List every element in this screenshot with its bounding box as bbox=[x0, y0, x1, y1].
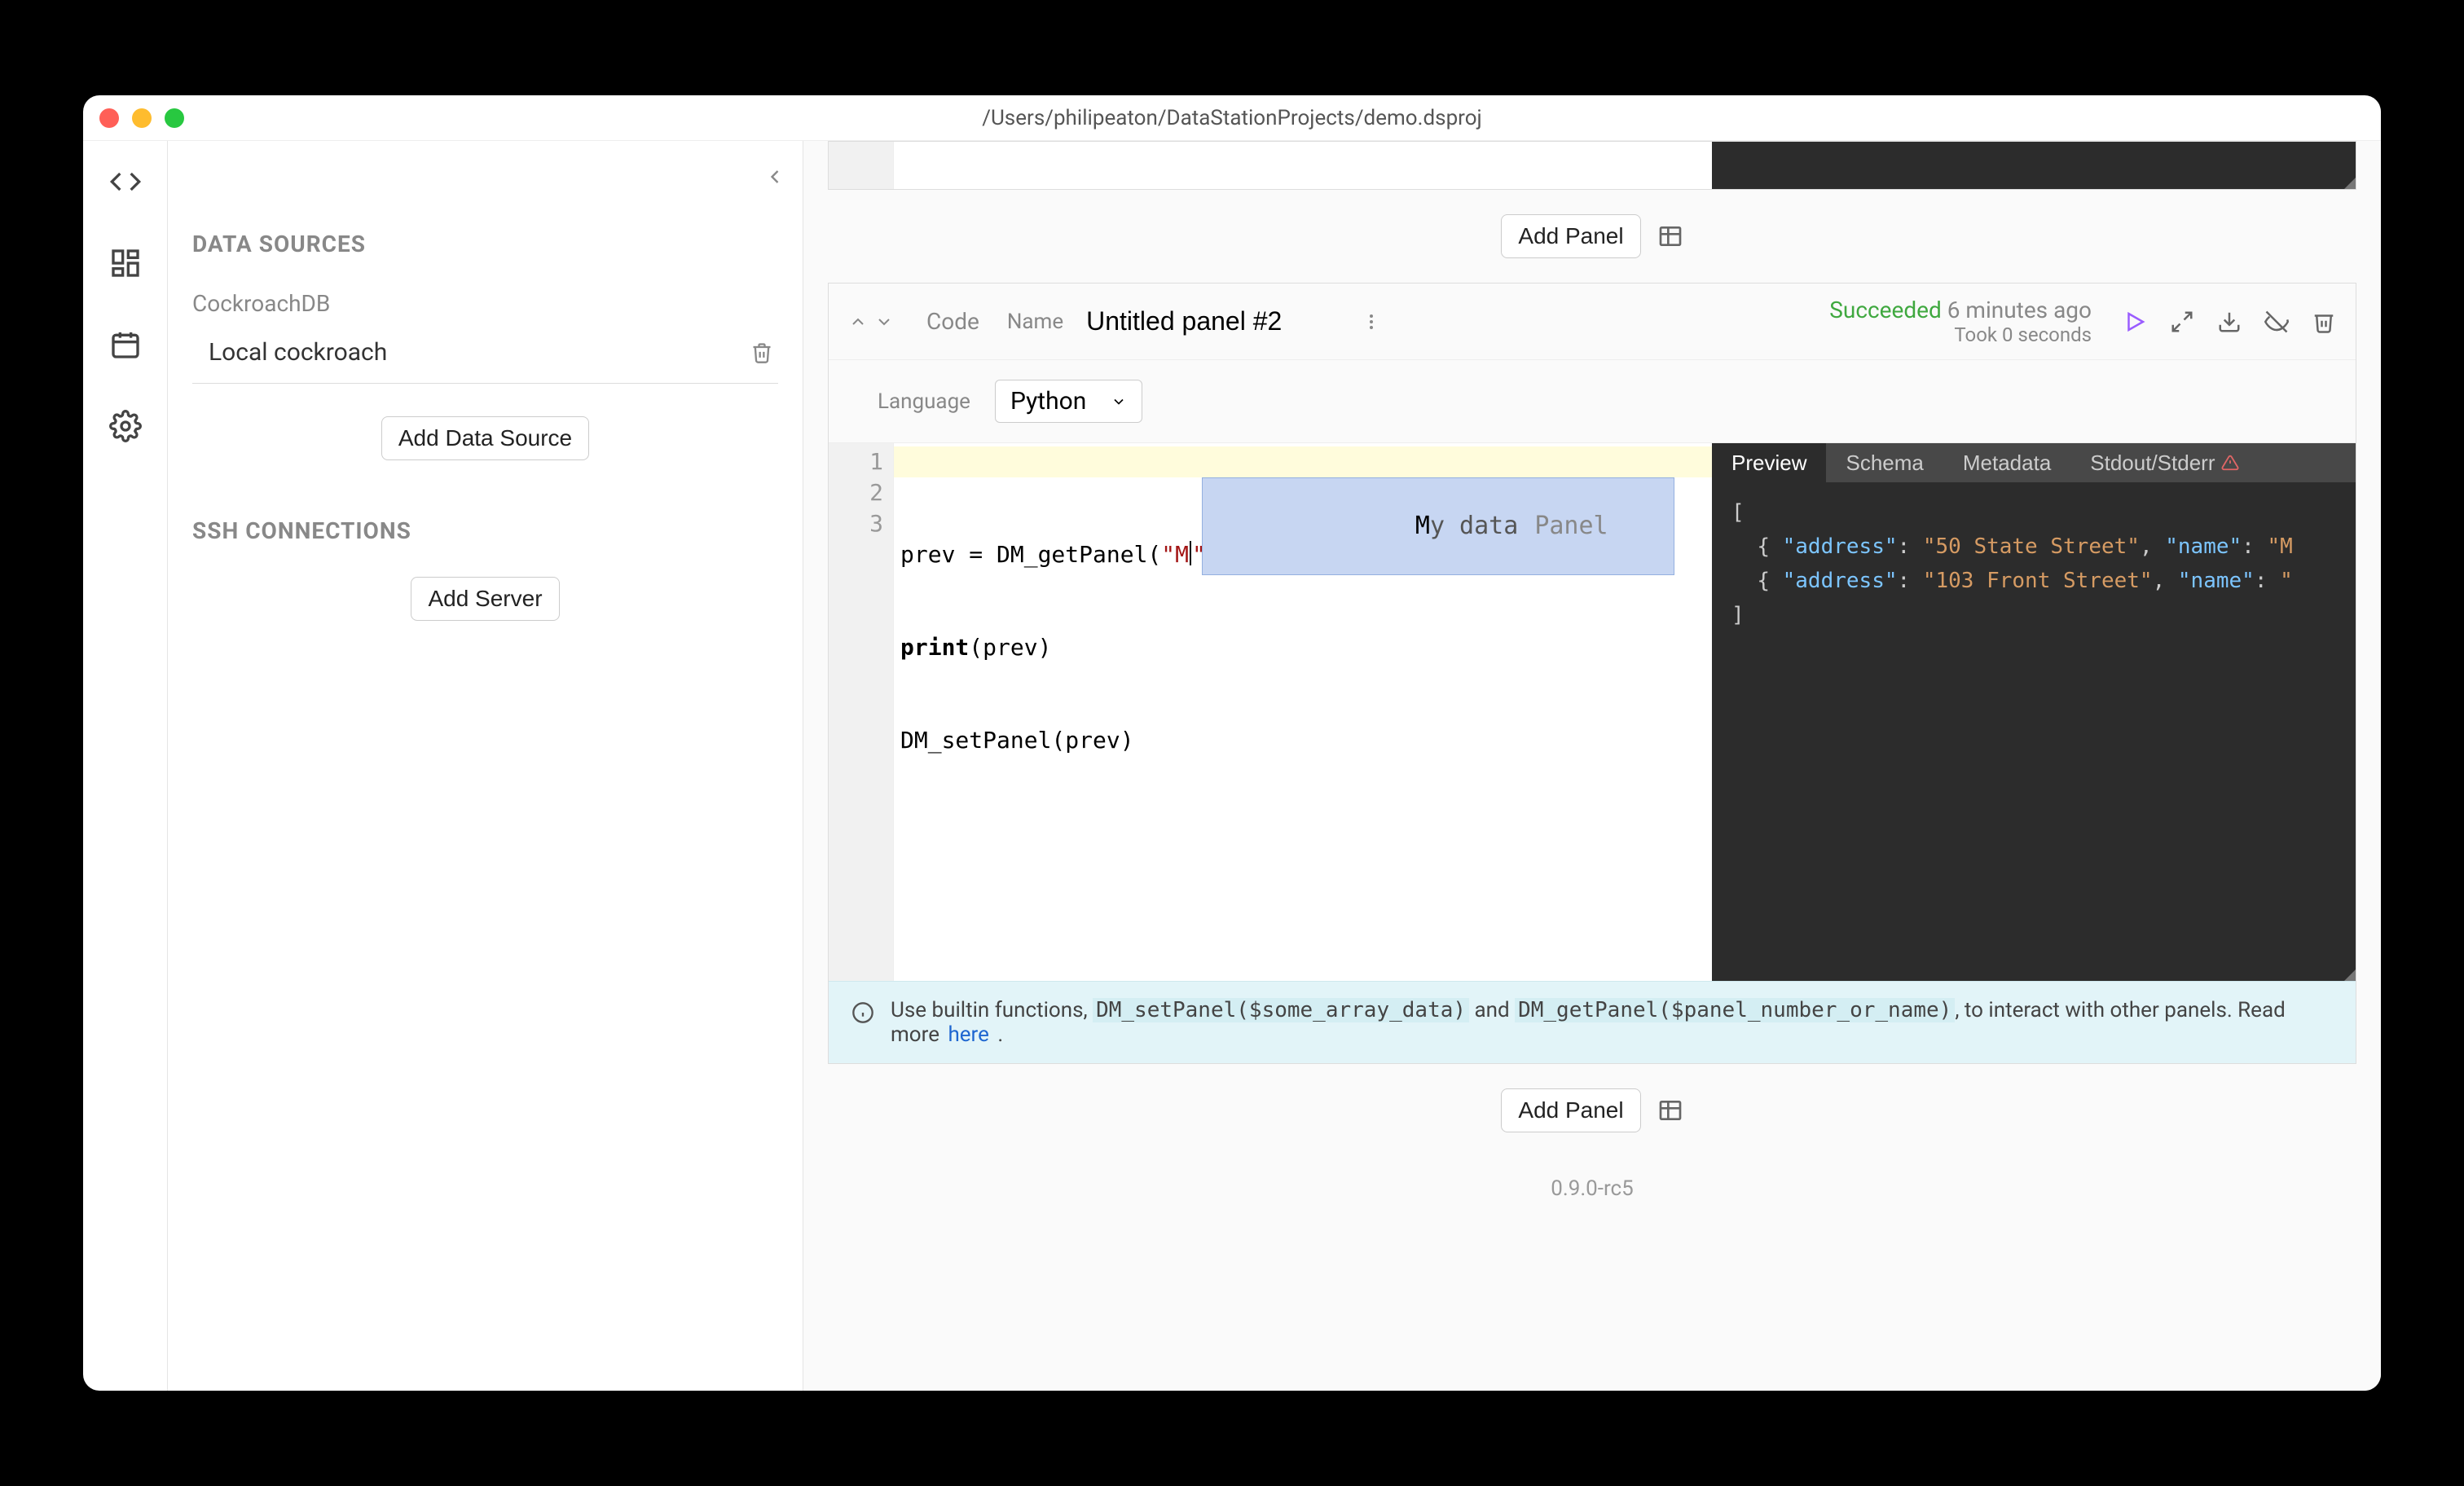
add-panel-button[interactable]: Add Panel bbox=[1501, 1088, 1640, 1132]
line-gutter: 123 bbox=[829, 443, 894, 981]
add-panel-row-top: Add Panel bbox=[828, 190, 2356, 283]
current-line-highlight bbox=[894, 446, 1712, 477]
panel-menu-button[interactable] bbox=[1362, 312, 1381, 332]
editor-and-preview: 123 prev = DM_getPanel("M") print(prev) … bbox=[829, 443, 2356, 981]
tab-schema[interactable]: Schema bbox=[1826, 443, 1943, 482]
panel-info-hint: Use builtin functions, DM_setPanel($some… bbox=[829, 981, 2356, 1063]
panel-status: Succeeded 6 minutes ago Took 0 seconds bbox=[1829, 297, 2092, 346]
hide-results-button[interactable] bbox=[2264, 310, 2289, 334]
dashboard-icon[interactable] bbox=[109, 247, 142, 279]
autocomplete-popup[interactable]: My dataPanel bbox=[1202, 477, 1674, 575]
expand-panel-icon[interactable] bbox=[874, 312, 894, 332]
fullscreen-window-button[interactable] bbox=[165, 108, 184, 128]
delete-data-source-button[interactable] bbox=[750, 341, 773, 364]
code-icon[interactable] bbox=[109, 165, 142, 198]
titlebar: /Users/philipeaton/DataStationProjects/d… bbox=[83, 95, 2381, 141]
status-duration: Took 0 seconds bbox=[1829, 323, 2092, 346]
collapse-sidebar-button[interactable] bbox=[763, 165, 786, 188]
add-panel-row-bottom: Add Panel bbox=[828, 1064, 2356, 1157]
status-ago: 6 minutes ago bbox=[1947, 297, 2092, 323]
main-area: Add Panel Code Name bbox=[803, 141, 2381, 1391]
panel-name-label: Name bbox=[1007, 310, 1063, 334]
app-body: DATA SOURCES CockroachDB Local cockroach… bbox=[83, 141, 2381, 1391]
close-window-button[interactable] bbox=[99, 108, 119, 128]
results-tabs: Preview Schema Metadata Stdout/Stderr bbox=[1712, 443, 2356, 482]
icon-rail bbox=[83, 141, 168, 1391]
panel-type-label: Code bbox=[926, 308, 979, 335]
expand-results-button[interactable] bbox=[2170, 310, 2194, 334]
language-select[interactable]: Python bbox=[995, 380, 1142, 423]
text-cursor bbox=[1190, 541, 1191, 565]
data-source-item[interactable]: Local cockroach bbox=[192, 322, 778, 384]
results-pane: Preview Schema Metadata Stdout/Stderr [ … bbox=[1712, 443, 2356, 981]
tab-preview[interactable]: Preview bbox=[1712, 443, 1826, 482]
delete-panel-button[interactable] bbox=[2312, 310, 2336, 334]
add-table-panel-icon[interactable] bbox=[1657, 1097, 1683, 1123]
language-row: Language Python bbox=[829, 360, 2356, 443]
collapsed-previous-panel[interactable] bbox=[828, 141, 2356, 190]
app-window: /Users/philipeaton/DataStationProjects/d… bbox=[83, 95, 2381, 1391]
info-icon bbox=[851, 1001, 874, 1024]
panel-name-input[interactable] bbox=[1080, 303, 1340, 340]
add-data-source-button[interactable]: Add Data Source bbox=[381, 416, 589, 460]
calendar-icon[interactable] bbox=[109, 328, 142, 361]
add-server-button[interactable]: Add Server bbox=[411, 577, 559, 621]
chevron-down-icon bbox=[1111, 393, 1127, 410]
settings-icon[interactable] bbox=[109, 410, 142, 442]
window-title: /Users/philipeaton/DataStationProjects/d… bbox=[982, 106, 1482, 130]
add-panel-button[interactable]: Add Panel bbox=[1501, 214, 1640, 258]
collapse-panel-icon[interactable] bbox=[848, 312, 868, 332]
language-label: Language bbox=[878, 389, 970, 414]
data-sources-heading: DATA SOURCES bbox=[192, 231, 778, 257]
status-succeeded: Succeeded bbox=[1829, 297, 1942, 323]
language-value: Python bbox=[1010, 387, 1086, 415]
data-source-name: Local cockroach bbox=[209, 338, 387, 367]
code-panel: Code Name Succeeded 6 minutes ago Took 0… bbox=[828, 283, 2356, 1064]
warning-icon bbox=[2221, 454, 2239, 472]
ssh-connections-heading: SSH CONNECTIONS bbox=[192, 517, 778, 544]
version-label: 0.9.0-rc5 bbox=[828, 1157, 2356, 1233]
run-panel-button[interactable] bbox=[2123, 310, 2147, 334]
data-source-type-label: CockroachDB bbox=[192, 290, 778, 317]
read-more-link[interactable]: here bbox=[948, 1022, 988, 1047]
download-results-button[interactable] bbox=[2217, 310, 2242, 334]
code-editor[interactable]: prev = DM_getPanel("M") print(prev) DM_s… bbox=[894, 443, 1712, 981]
tab-metadata[interactable]: Metadata bbox=[1943, 443, 2070, 482]
add-table-panel-icon[interactable] bbox=[1657, 223, 1683, 249]
sidebar: DATA SOURCES CockroachDB Local cockroach… bbox=[168, 141, 803, 1391]
minimize-window-button[interactable] bbox=[132, 108, 152, 128]
traffic-lights bbox=[99, 108, 184, 128]
preview-json: [ { "address": "50 State Street", "name"… bbox=[1712, 482, 2356, 645]
tab-stdout[interactable]: Stdout/Stderr bbox=[2070, 443, 2259, 482]
panel-header: Code Name Succeeded 6 minutes ago Took 0… bbox=[829, 284, 2356, 360]
